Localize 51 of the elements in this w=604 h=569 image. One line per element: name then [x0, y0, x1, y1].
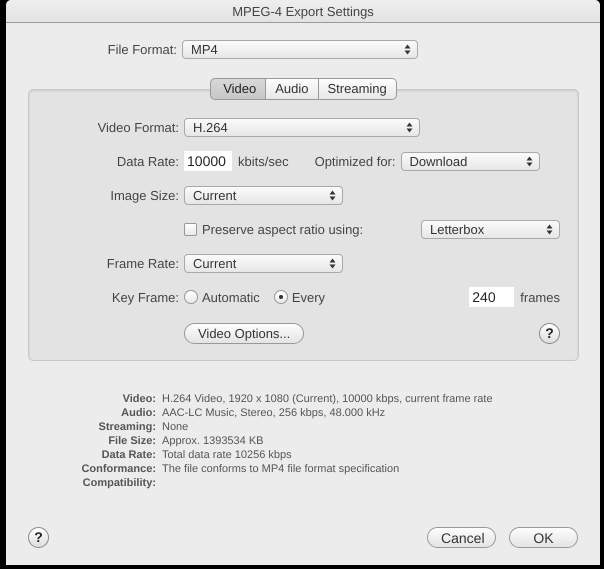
summary-label: Conformance: [80, 463, 156, 476]
summary-label: Audio: [120, 407, 156, 420]
summary-value: The file conforms to MP4 file format specification [162, 463, 400, 476]
popup-menu[interactable]: Current [184, 186, 343, 204]
checkbox-label: Preserve aspect ratio using: [202, 222, 364, 236]
radio-label: Every [292, 290, 326, 304]
updown-arrows-icon [526, 156, 532, 166]
radio-button[interactable] [184, 290, 198, 304]
updown-arrows-icon [329, 190, 336, 200]
field-label: Frame Rate: [106, 256, 180, 270]
unit-label: kbits/sec [238, 154, 289, 168]
field-label: File Format: [106, 42, 178, 56]
summary-value: AAC-LC Music, Stereo, 256 kbps, 48.000 kHz [162, 407, 386, 420]
summary-label: Video: [122, 393, 156, 406]
help-button[interactable]: ? [539, 322, 560, 344]
popup-menu[interactable]: Download [400, 152, 540, 170]
text-field[interactable]: 10000 [184, 151, 232, 171]
updown-arrows-icon [404, 44, 411, 54]
field-label: Image Size: [109, 188, 180, 202]
summary-label: Compatibility: [82, 477, 156, 490]
summary-value: Total data rate 10256 kbps [162, 449, 293, 462]
dialog-button[interactable]: Cancel [427, 527, 496, 548]
field-label: Data Rate: [116, 154, 180, 168]
popup-menu[interactable]: Current [184, 254, 343, 272]
field-label: Video Format: [96, 120, 180, 134]
popup-menu[interactable]: H.264 [184, 118, 420, 136]
tab[interactable]: Audio [266, 78, 318, 100]
field-label: Key Frame: [110, 290, 180, 304]
popup-menu[interactable]: MP4 [182, 40, 418, 58]
updown-arrows-icon [546, 224, 553, 234]
radio-label: Automatic [202, 290, 260, 304]
tab[interactable]: Streaming [318, 78, 397, 100]
checkbox[interactable] [184, 222, 197, 236]
summary-label: Streaming: [98, 421, 156, 434]
unit-label: frames [520, 290, 560, 304]
radio-button[interactable] [274, 290, 288, 304]
text-field[interactable]: 240 [469, 287, 514, 307]
popup-menu[interactable]: Letterbox [421, 220, 560, 238]
summary-label: Data Rate: [100, 449, 156, 462]
updown-arrows-icon [329, 258, 336, 268]
window-title: MPEG-4 Export Settings [232, 4, 374, 18]
summary-value: H.264 Video, 1920 x 1080 (Current), 10000 kbps, current frame rate [162, 393, 494, 406]
updown-arrows-icon [406, 122, 413, 132]
field-label: Optimized for: [314, 154, 396, 168]
summary-label: File Size: [107, 435, 156, 448]
tab[interactable]: Video [210, 78, 266, 100]
summary-value: Approx. 1393534 KB [162, 435, 265, 448]
video-options-button[interactable]: Video Options... [184, 322, 304, 344]
help-button[interactable]: ? [28, 527, 49, 548]
dialog-button[interactable]: OK [509, 527, 578, 548]
summary-value: None [162, 421, 190, 434]
